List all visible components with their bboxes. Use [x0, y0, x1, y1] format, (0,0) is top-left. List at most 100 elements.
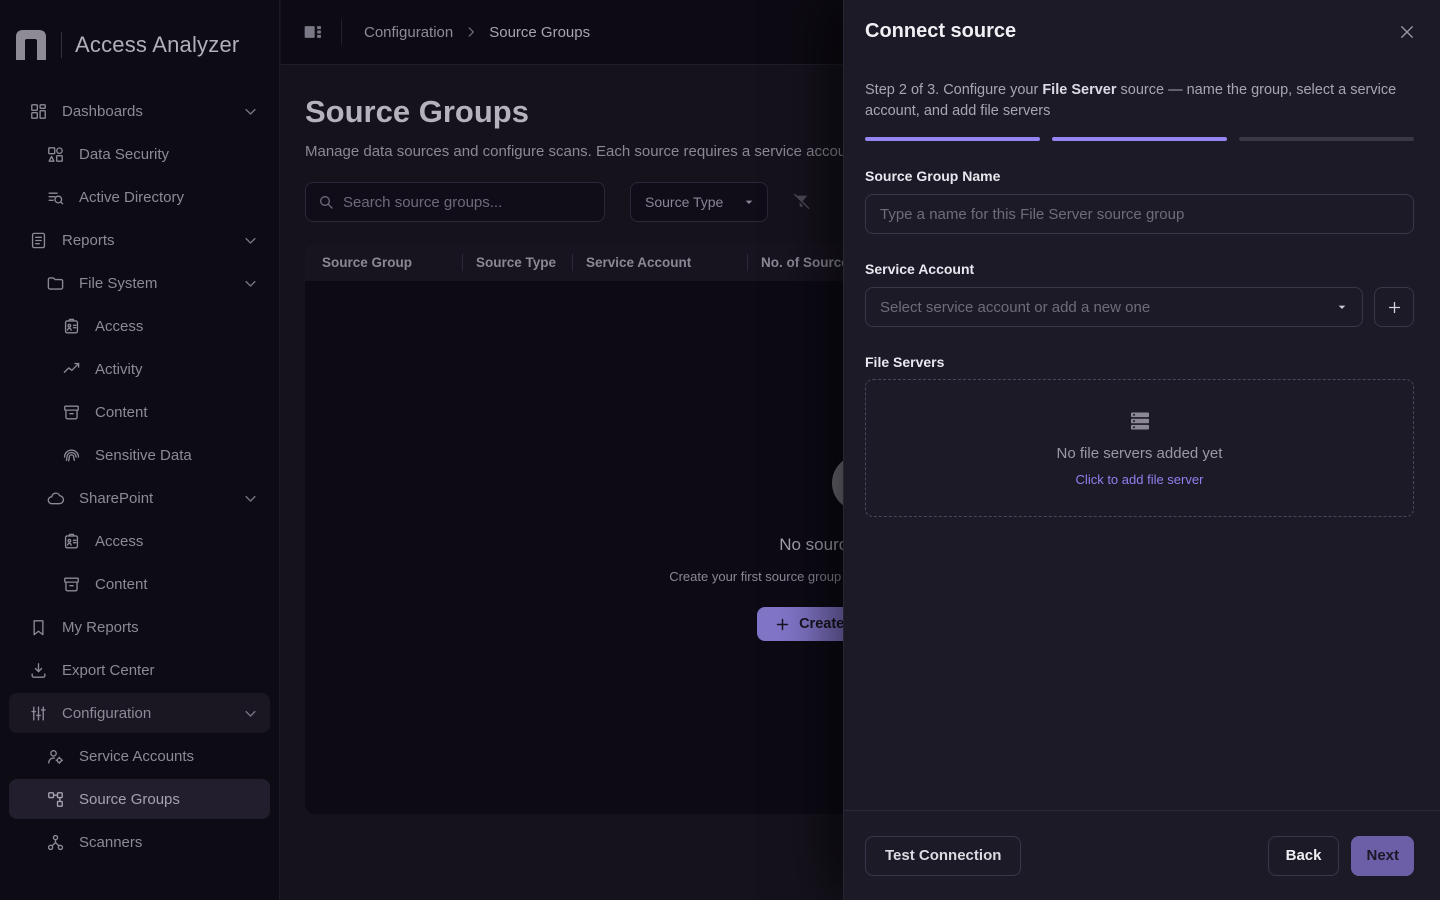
sidebar-item-label: File System — [79, 275, 243, 292]
breadcrumb: Configuration Source Groups — [364, 24, 590, 41]
chevron-down-icon — [243, 233, 258, 248]
logo-n-icon — [14, 28, 48, 62]
sidebar-item-data-security[interactable]: Data Security — [9, 134, 270, 174]
sidebar-item-label: Content — [95, 404, 258, 421]
breadcrumb-source-groups[interactable]: Source Groups — [489, 24, 590, 41]
column-header: Source Type — [462, 254, 572, 271]
add-file-server-link[interactable]: Click to add file server — [1076, 472, 1204, 487]
sidebar-item-access[interactable]: Access — [9, 521, 270, 561]
sidebar-item-label: Source Groups — [79, 791, 258, 808]
service-account-select[interactable]: Select service account or add a new one — [865, 287, 1363, 327]
back-button[interactable]: Back — [1268, 836, 1340, 876]
sidebar: Access Analyzer Dashboards Data Security A… — [0, 0, 280, 900]
chevron-down-icon — [243, 491, 258, 506]
topbar-divider — [341, 19, 342, 45]
plus-icon — [775, 617, 790, 632]
close-icon[interactable] — [1398, 23, 1416, 41]
sidebar-item-scanners[interactable]: Scanners — [9, 822, 270, 862]
add-service-account-button[interactable] — [1374, 287, 1414, 327]
drawer-footer: Test Connection Back Next — [844, 810, 1440, 900]
connect-source-drawer: Connect source Step 2 of 3. Configure yo… — [843, 0, 1440, 900]
source-type-filter[interactable]: Source Type — [630, 182, 768, 222]
service-accounts-icon — [46, 747, 65, 766]
sidebar-item-content[interactable]: Content — [9, 392, 270, 432]
logo-divider — [61, 32, 62, 58]
sidebar-item-activity[interactable]: Activity — [9, 349, 270, 389]
sidebar-collapse-icon[interactable] — [303, 22, 323, 42]
sidebar-item-label: Active Directory — [79, 189, 258, 206]
access-icon — [62, 317, 81, 336]
sidebar-item-content[interactable]: Content — [9, 564, 270, 604]
service-account-placeholder: Select service account or add a new one — [880, 299, 1150, 316]
file-servers-empty-title: No file servers added yet — [1057, 445, 1223, 462]
progress-segment-2 — [1052, 137, 1227, 141]
chevron-down-icon — [243, 104, 258, 119]
caret-down-icon — [741, 194, 757, 210]
sidebar-item-label: Dashboards — [62, 103, 243, 120]
chevron-down-icon — [243, 706, 258, 721]
sidebar-item-sharepoint[interactable]: SharePoint — [9, 478, 270, 518]
sharepoint-icon — [46, 489, 65, 508]
sidebar-item-reports[interactable]: Reports — [9, 220, 270, 260]
source-groups-icon — [46, 790, 65, 809]
source-type-filter-label: Source Type — [645, 194, 723, 210]
active-directory-icon — [46, 188, 65, 207]
sidebar-item-configuration[interactable]: Configuration — [9, 693, 270, 733]
sidebar-item-label: Service Accounts — [79, 748, 258, 765]
column-header: Service Account — [572, 254, 747, 271]
sidebar-item-label: Activity — [95, 361, 258, 378]
search-box[interactable] — [305, 182, 605, 222]
sidebar-item-service-accounts[interactable]: Service Accounts — [9, 736, 270, 776]
next-button[interactable]: Next — [1351, 836, 1414, 876]
sidebar-item-export-center[interactable]: Export Center — [9, 650, 270, 690]
sidebar-item-label: Configuration — [62, 705, 243, 722]
sidebar-item-my-reports[interactable]: My Reports — [9, 607, 270, 647]
plus-icon — [1386, 299, 1403, 316]
content-icon — [62, 575, 81, 594]
sidebar-item-source-groups[interactable]: Source Groups — [9, 779, 270, 819]
progress-segment-3 — [1239, 137, 1414, 141]
caret-down-icon — [1334, 299, 1350, 315]
drawer-title: Connect source — [865, 20, 1016, 43]
scanners-icon — [46, 833, 65, 852]
configuration-icon — [29, 704, 48, 723]
service-account-row: Select service account or add a new one — [865, 287, 1414, 327]
sidebar-item-active-directory[interactable]: Active Directory — [9, 177, 270, 217]
breadcrumb-configuration[interactable]: Configuration — [364, 24, 453, 41]
service-account-label: Service Account — [865, 261, 1414, 277]
sidebar-item-access[interactable]: Access — [9, 306, 270, 346]
step-progress-bar — [865, 137, 1414, 141]
chevron-right-icon — [464, 25, 478, 39]
dashboards-icon — [29, 102, 48, 121]
sidebar-item-label: Scanners — [79, 834, 258, 851]
access-icon — [62, 532, 81, 551]
app-title: Access Analyzer — [75, 32, 239, 58]
sidebar-item-file-system[interactable]: File System — [9, 263, 270, 303]
source-group-name-input[interactable] — [880, 206, 1399, 223]
file-servers-dropzone[interactable]: No file servers added yet Click to add f… — [865, 379, 1414, 517]
data-security-icon — [46, 145, 65, 164]
sidebar-nav: Dashboards Data Security Active Directory R… — [0, 91, 279, 862]
server-stack-icon — [1127, 409, 1153, 433]
sidebar-item-sensitive-data[interactable]: Sensitive Data — [9, 435, 270, 475]
search-icon — [318, 194, 334, 210]
clear-filter-icon[interactable] — [790, 191, 812, 213]
reports-icon — [29, 231, 48, 250]
progress-segment-1 — [865, 137, 1040, 141]
step-source-type: File Server — [1042, 82, 1116, 98]
drawer-header: Connect source — [844, 0, 1440, 43]
source-group-name-field[interactable] — [865, 194, 1414, 234]
sidebar-item-label: Access — [95, 318, 258, 335]
sidebar-item-label: Export Center — [62, 662, 258, 679]
chevron-down-icon — [243, 276, 258, 291]
sidebar-item-label: My Reports — [62, 619, 258, 636]
app-logo: Access Analyzer — [0, 0, 279, 88]
sidebar-item-dashboards[interactable]: Dashboards — [9, 91, 270, 131]
sidebar-item-label: Content — [95, 576, 258, 593]
content-icon — [62, 403, 81, 422]
sidebar-item-label: SharePoint — [79, 490, 243, 507]
search-input[interactable] — [343, 194, 592, 211]
test-connection-button[interactable]: Test Connection — [865, 836, 1021, 876]
sidebar-item-label: Sensitive Data — [95, 447, 258, 464]
activity-icon — [62, 360, 81, 379]
